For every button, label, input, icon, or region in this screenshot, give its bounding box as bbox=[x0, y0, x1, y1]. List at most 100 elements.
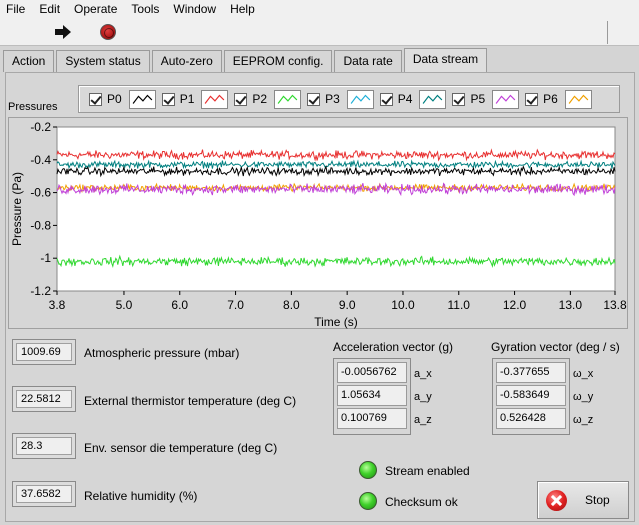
pressures-label: Pressures bbox=[8, 101, 58, 113]
accel-z-label: a_z bbox=[414, 414, 432, 426]
die-temp-indicator: 28.3 bbox=[12, 433, 76, 459]
legend-label: P4 bbox=[397, 92, 413, 106]
legend-item-p6: P6 bbox=[525, 89, 592, 109]
atm-pressure-indicator: 1009.69 bbox=[12, 339, 76, 365]
ext-thermistor-value: 22.5812 bbox=[16, 390, 72, 408]
x-tick-label: 12.0 bbox=[503, 298, 527, 312]
y-tick-label: -0.6 bbox=[30, 186, 51, 200]
y-tick-label: -0.4 bbox=[30, 153, 51, 167]
tab-system-status[interactable]: System status bbox=[56, 50, 150, 72]
legend-label: P2 bbox=[252, 92, 268, 106]
legend-swatch[interactable] bbox=[128, 89, 156, 109]
tab-data-rate[interactable]: Data rate bbox=[334, 50, 402, 72]
menu-file[interactable]: File bbox=[0, 0, 32, 19]
legend-swatch[interactable] bbox=[201, 89, 229, 109]
gyro-z-label: ω_z bbox=[573, 414, 594, 426]
legend-swatch[interactable] bbox=[274, 89, 302, 109]
legend-label: P6 bbox=[543, 92, 558, 106]
gyro-x-value: -0.377655 bbox=[496, 362, 566, 383]
x-axis-label: Time (s) bbox=[314, 315, 358, 329]
menu-tools[interactable]: Tools bbox=[124, 0, 166, 19]
y-tick-label: -1 bbox=[40, 251, 51, 265]
accel-y-label: a_y bbox=[414, 391, 432, 403]
tab-data-stream[interactable]: Data stream bbox=[403, 48, 488, 73]
menu-window[interactable]: Window bbox=[166, 0, 223, 19]
toolbar-separator bbox=[607, 21, 608, 44]
x-tick-label: 13.8 bbox=[603, 298, 627, 312]
gyro-x-label: ω_x bbox=[573, 368, 594, 380]
legend-item-p1: P1 bbox=[161, 89, 229, 109]
legend-swatch[interactable] bbox=[492, 89, 520, 109]
menu-operate[interactable]: Operate bbox=[67, 0, 124, 19]
legend-swatch[interactable] bbox=[346, 89, 374, 109]
y-tick-label: -0.8 bbox=[30, 218, 51, 232]
tab-eeprom-config[interactable]: EEPROM config. bbox=[223, 50, 333, 72]
checksum-led bbox=[359, 492, 377, 510]
humidity-indicator: 37.6582 bbox=[12, 481, 76, 507]
y-tick-label: -1.2 bbox=[30, 284, 51, 298]
run-arrow-icon[interactable] bbox=[54, 25, 72, 39]
legend-label: P3 bbox=[325, 92, 340, 106]
humidity-value: 37.6582 bbox=[16, 485, 72, 503]
humidity-label: Relative humidity (%) bbox=[84, 489, 198, 503]
checkbox-p3[interactable] bbox=[307, 92, 321, 106]
legend-swatch[interactable] bbox=[419, 89, 447, 109]
checkbox-p4[interactable] bbox=[379, 92, 393, 106]
ext-thermistor-label: External thermistor temperature (deg C) bbox=[84, 394, 297, 408]
plot-legend: P0 P1 P2 P3 P4 P5 P6 bbox=[78, 85, 620, 113]
x-tick-label: 13.0 bbox=[559, 298, 583, 312]
accel-x-label: a_x bbox=[414, 368, 432, 380]
x-tick-label: 6.0 bbox=[171, 298, 188, 312]
gyration-title: Gyration vector (deg / s) bbox=[491, 340, 620, 354]
tab-auto-zero[interactable]: Auto-zero bbox=[151, 50, 222, 72]
legend-swatch[interactable] bbox=[564, 89, 592, 109]
legend-label: P0 bbox=[107, 92, 122, 106]
checkbox-p6[interactable] bbox=[525, 92, 539, 106]
pressure-chart[interactable]: -0.2 -0.4 -0.6 -0.8 -1 -1.23.8 5.0 6.0 7.0 8.0 9.0… bbox=[0, 117, 639, 332]
gyration-vector: -0.377655 -0.583649 0.526428 bbox=[492, 358, 570, 435]
x-tick-label: 8.0 bbox=[283, 298, 300, 312]
accel-x-value: -0.0056762 bbox=[337, 362, 407, 383]
stop-button[interactable]: Stop bbox=[537, 481, 629, 519]
abort-icon[interactable] bbox=[100, 24, 116, 40]
stream-enabled-led bbox=[359, 461, 377, 479]
checksum-label: Checksum ok bbox=[385, 495, 458, 509]
checkbox-p2[interactable] bbox=[234, 92, 248, 106]
menu-help[interactable]: Help bbox=[223, 0, 262, 19]
toolbar bbox=[0, 19, 639, 46]
stop-icon bbox=[546, 490, 567, 511]
menu-bar: File Edit Operate Tools Window Help bbox=[0, 0, 639, 19]
legend-item-p2: P2 bbox=[234, 89, 302, 109]
die-temp-label: Env. sensor die temperature (deg C) bbox=[84, 441, 278, 455]
x-tick-label: 5.0 bbox=[116, 298, 133, 312]
legend-item-p4: P4 bbox=[379, 89, 447, 109]
gyro-z-value: 0.526428 bbox=[496, 408, 566, 429]
legend-label: P1 bbox=[179, 92, 195, 106]
legend-item-p3: P3 bbox=[307, 89, 374, 109]
stop-button-label: Stop bbox=[585, 493, 610, 507]
x-tick-label: 9.0 bbox=[339, 298, 356, 312]
x-tick-label: 3.8 bbox=[49, 298, 66, 312]
y-axis-label: Pressure (Pa) bbox=[10, 172, 24, 246]
checkbox-p1[interactable] bbox=[161, 92, 175, 106]
y-tick-label: -0.2 bbox=[30, 120, 51, 134]
legend-label: P5 bbox=[470, 92, 486, 106]
accel-z-value: 0.100769 bbox=[337, 408, 407, 429]
atm-pressure-label: Atmospheric pressure (mbar) bbox=[84, 346, 240, 360]
legend-item-p5: P5 bbox=[452, 89, 520, 109]
checkbox-p5[interactable] bbox=[452, 92, 466, 106]
ext-thermistor-indicator: 22.5812 bbox=[12, 386, 76, 412]
gyro-y-value: -0.583649 bbox=[496, 385, 566, 406]
legend-item-p0: P0 bbox=[89, 89, 156, 109]
x-tick-label: 11.0 bbox=[448, 298, 471, 312]
die-temp-value: 28.3 bbox=[16, 437, 72, 455]
accel-y-value: 1.05634 bbox=[337, 385, 407, 406]
checkbox-p0[interactable] bbox=[89, 92, 102, 106]
tab-action[interactable]: Action bbox=[3, 50, 55, 72]
x-tick-label: 7.0 bbox=[227, 298, 244, 312]
gyro-y-label: ω_y bbox=[573, 391, 594, 403]
x-tick-label: 10.0 bbox=[391, 298, 415, 312]
acceleration-title: Acceleration vector (g) bbox=[333, 340, 454, 354]
menu-edit[interactable]: Edit bbox=[32, 0, 67, 19]
acceleration-vector: -0.0056762 1.05634 0.100769 bbox=[333, 358, 411, 435]
